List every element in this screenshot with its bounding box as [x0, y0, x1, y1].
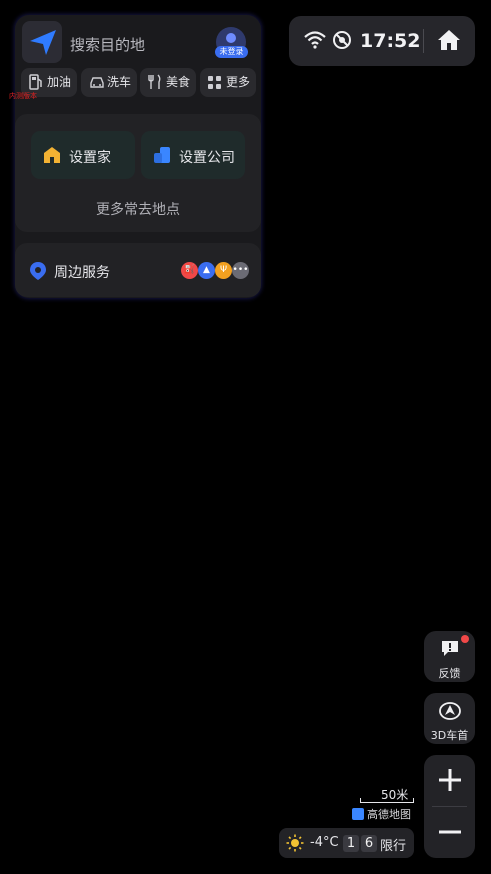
chip-car-wash[interactable]: 洗车 [81, 68, 137, 97]
chip-label: 加油 [47, 75, 72, 89]
status-divider [423, 29, 424, 53]
food-icon [148, 74, 161, 89]
app-logo[interactable] [22, 21, 62, 63]
zoom-in-button[interactable] [437, 767, 463, 793]
compass-icon [439, 702, 461, 720]
signal-off-icon [333, 31, 351, 49]
car-wash-icon [90, 77, 104, 88]
navigation-arrow-icon [30, 30, 56, 55]
set-company-button[interactable]: 设置公司 [141, 131, 245, 179]
search-input[interactable]: 搜索目的地 [70, 34, 145, 55]
map-scale-bar [360, 798, 414, 803]
brand-logo-icon [352, 808, 364, 820]
temperature: -4°C [310, 835, 339, 850]
food-icon: Ψ [215, 262, 232, 279]
set-home-label: 设置家 [69, 150, 111, 166]
chip-label: 美食 [166, 75, 191, 89]
fuel-icon: ⛽ [181, 262, 198, 279]
view-mode-label: 3D车首 [430, 729, 469, 742]
sun-icon [286, 834, 304, 852]
home-button[interactable] [437, 28, 461, 52]
chip-label: 更多 [226, 75, 251, 89]
wifi-icon [304, 31, 326, 49]
chip-food[interactable]: 美食 [140, 68, 196, 97]
zoom-divider [432, 806, 467, 807]
restriction-label: 限行 [380, 839, 407, 854]
zoom-out-button[interactable] [437, 819, 463, 845]
notification-dot [461, 635, 469, 643]
company-icon [154, 147, 170, 163]
chip-label: 洗车 [107, 75, 132, 89]
brand-name: 高德地图 [367, 808, 411, 821]
set-company-label: 设置公司 [179, 150, 235, 166]
login-status-badge[interactable]: 未登录 [215, 46, 248, 58]
more-dots-icon: ••• [232, 262, 249, 279]
feedback-label: 反馈 [438, 667, 461, 680]
car-icon: ▲ [198, 262, 215, 279]
beta-tag: 内测版本 [9, 92, 37, 100]
more-places-link[interactable]: 更多常去地点 [15, 199, 261, 219]
home-icon [44, 147, 60, 163]
restriction-digit: 6 [361, 835, 377, 852]
nearby-services-label: 周边服务 [54, 265, 110, 281]
clock: 17:52 [360, 30, 421, 52]
fuel-icon [29, 74, 42, 90]
grid-icon [208, 76, 221, 89]
location-pin-icon [30, 262, 46, 280]
chip-more[interactable]: 更多 [200, 68, 256, 97]
restriction-digit: 1 [343, 835, 359, 852]
set-home-button[interactable]: 设置家 [31, 131, 135, 179]
feedback-icon [442, 641, 458, 656]
view-mode-button[interactable]: 3D车首 [424, 693, 475, 744]
